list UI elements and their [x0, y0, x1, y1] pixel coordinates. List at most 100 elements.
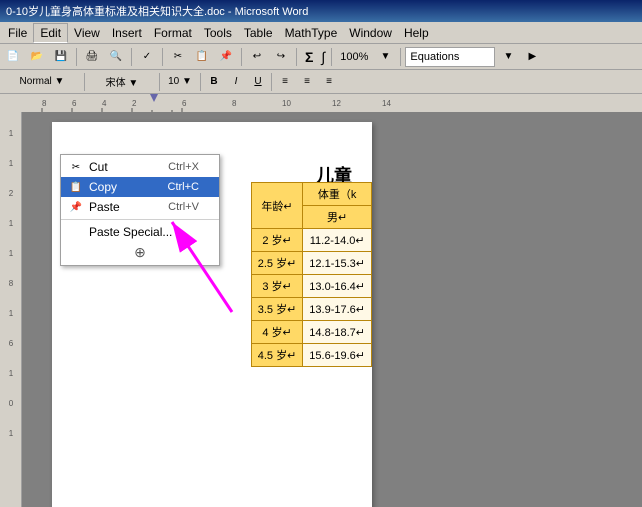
edit-dropdown-menu: ✂ Cut Ctrl+X 📋 Copy Ctrl+C 📌 Paste Ctrl+… [60, 154, 220, 266]
svg-text:8: 8 [8, 279, 13, 288]
align-left-button[interactable]: ≡ [274, 71, 296, 93]
menu-tools[interactable]: Tools [198, 24, 238, 42]
equations-dropdown[interactable]: Equations [405, 47, 495, 67]
copy-menu-item[interactable]: 📋 Copy Ctrl+C [61, 177, 219, 197]
v-ruler-svg: 1 1 2 1 1 8 1 6 1 0 1 [0, 116, 22, 507]
table-row: 3.5 岁↵13.9-17.6↵ [251, 298, 371, 321]
svg-text:2: 2 [8, 189, 13, 198]
table-cell-male: 13.0-16.4↵ [303, 275, 372, 298]
svg-text:6: 6 [72, 99, 77, 108]
cut-icon: ✂ [69, 160, 83, 174]
sigma-icon: Σ [301, 49, 317, 65]
table-cell-age: 3.5 岁↵ [251, 298, 303, 321]
zoom-btn[interactable]: ▼ [374, 46, 396, 68]
svg-text:1: 1 [8, 429, 13, 438]
paste-special-icon [69, 225, 83, 239]
horizontal-ruler: 8 6 4 2 6 8 10 12 14 [0, 94, 642, 112]
save-button[interactable]: 💾 [50, 46, 72, 68]
sep2 [131, 48, 132, 66]
title-text: 0-10岁儿童身高体重标准及相关知识大全.doc - Microsoft Wor… [6, 3, 308, 19]
paste-shortcut: Ctrl+V [168, 201, 199, 213]
menu-table[interactable]: Table [238, 24, 279, 42]
menu-bar: File Edit View Insert Format Tools Table… [0, 22, 642, 44]
table-header-weight: 体重（k [303, 183, 372, 206]
svg-text:6: 6 [182, 99, 187, 108]
undo-button[interactable]: ↩ [246, 46, 268, 68]
left-ruler: 1 1 2 1 1 8 1 6 1 0 1 [0, 112, 22, 507]
table-row: 4.5 岁↵15.6-19.6↵ [251, 344, 371, 367]
svg-text:1: 1 [8, 369, 13, 378]
menu-help[interactable]: Help [398, 24, 435, 42]
table-cell-male: 13.9-17.6↵ [303, 298, 372, 321]
new-button[interactable]: 📄 [2, 46, 24, 68]
cut-button[interactable]: ✂ [167, 46, 189, 68]
table-header-age: 年龄↵ [251, 183, 303, 229]
italic-button[interactable]: I [225, 71, 247, 93]
font-dropdown[interactable]: 宋体 ▼ [87, 71, 157, 93]
menu-file[interactable]: File [2, 24, 33, 42]
copy-icon: 📋 [69, 180, 83, 194]
menu-view[interactable]: View [68, 24, 106, 42]
align-right-button[interactable]: ≡ [318, 71, 340, 93]
equations-arrow[interactable]: ▼ [497, 46, 519, 68]
svg-text:12: 12 [332, 99, 341, 108]
sep10 [200, 73, 201, 91]
open-button[interactable]: 📂 [26, 46, 48, 68]
svg-text:10: 10 [282, 99, 291, 108]
copy-button[interactable]: 📋 [191, 46, 213, 68]
sep7 [400, 48, 401, 66]
svg-text:8: 8 [232, 99, 237, 108]
table-row: 3 岁↵13.0-16.4↵ [251, 275, 371, 298]
toolbar-2: Normal ▼ 宋体 ▼ 10 ▼ B I U ≡ ≡ ≡ [0, 70, 642, 94]
equations-container: Equations ▼ ▶ [405, 46, 543, 68]
percent-value: 100% [336, 51, 372, 63]
paste-special-label: Paste Special... [89, 225, 172, 239]
cut-shortcut: Ctrl+X [168, 161, 199, 173]
size-dropdown[interactable]: 10 ▼ [162, 71, 198, 93]
svg-text:1: 1 [8, 309, 13, 318]
table-row: 2.5 岁↵12.1-15.3↵ [251, 252, 371, 275]
table-cell-age: 2.5 岁↵ [251, 252, 303, 275]
dropdown-more[interactable]: ⊕ [61, 242, 219, 263]
spell-button[interactable]: ✓ [136, 46, 158, 68]
paste-special-menu-item[interactable]: Paste Special... [61, 222, 219, 242]
title-bar: 0-10岁儿童身高体重标准及相关知识大全.doc - Microsoft Wor… [0, 0, 642, 22]
menu-edit[interactable]: Edit [33, 23, 68, 43]
paste-button[interactable]: 📌 [215, 46, 237, 68]
table-cell-age: 3 岁↵ [251, 275, 303, 298]
sep9 [159, 73, 160, 91]
preview-button[interactable]: 🔍 [105, 46, 127, 68]
paste-icon: 📌 [69, 200, 83, 214]
sep6 [331, 48, 332, 66]
paste-menu-item[interactable]: 📌 Paste Ctrl+V [61, 197, 219, 217]
table-cell-age: 4.5 岁↵ [251, 344, 303, 367]
toolbar-1: 📄 📂 💾 🖨 🔍 ✓ ✂ 📋 📌 ↩ ↪ Σ ∫ 100% ▼ Equatio… [0, 44, 642, 70]
align-center-button[interactable]: ≡ [296, 71, 318, 93]
style-dropdown[interactable]: Normal ▼ [2, 71, 82, 93]
menu-window[interactable]: Window [343, 24, 398, 42]
menu-mathtype[interactable]: MathType [279, 24, 344, 42]
document-area: 儿童 年龄↵ 体重（k 男↵ 2 岁↵11.2-14.0↵2.5 岁↵12.1-… [22, 112, 642, 507]
table-cell-age: 2 岁↵ [251, 229, 303, 252]
menu-format[interactable]: Format [148, 24, 198, 42]
dropdown-separator [61, 219, 219, 220]
underline-button[interactable]: U [247, 71, 269, 93]
copy-label: Copy [89, 180, 117, 194]
sep1 [76, 48, 77, 66]
redo-button[interactable]: ↪ [270, 46, 292, 68]
main-area: 1 1 2 1 1 8 1 6 1 0 1 儿童 年龄↵ 体重（k [0, 112, 642, 507]
table-cell-male: 12.1-15.3↵ [303, 252, 372, 275]
sep11 [271, 73, 272, 91]
print-button[interactable]: 🖨 [81, 46, 103, 68]
paste-label: Paste [89, 200, 120, 214]
equations-next[interactable]: ▶ [521, 46, 543, 68]
equations-label: Equations [410, 51, 459, 63]
svg-text:1: 1 [8, 159, 13, 168]
bold-button[interactable]: B [203, 71, 225, 93]
data-table: 年龄↵ 体重（k 男↵ 2 岁↵11.2-14.0↵2.5 岁↵12.1-15.… [251, 182, 372, 367]
svg-text:1: 1 [8, 219, 13, 228]
cut-menu-item[interactable]: ✂ Cut Ctrl+X [61, 157, 219, 177]
table-cell-age: 4 岁↵ [251, 321, 303, 344]
table-cell-male: 15.6-19.6↵ [303, 344, 372, 367]
menu-insert[interactable]: Insert [106, 24, 148, 42]
